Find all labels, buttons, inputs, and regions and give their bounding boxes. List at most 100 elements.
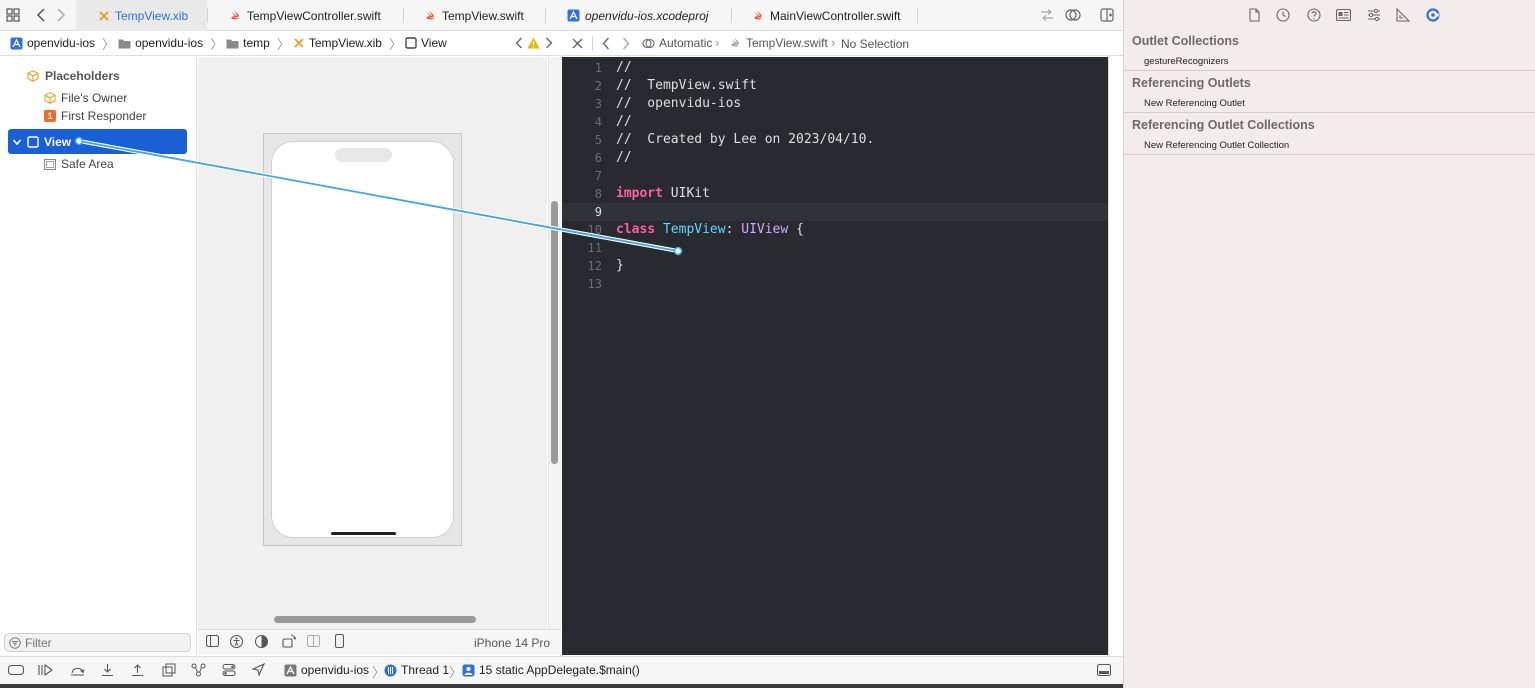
outline-item-safe-area[interactable]: Safe Area [0,155,197,173]
disclosure-open-icon[interactable] [12,137,22,147]
outline-toggle-icon[interactable] [206,635,219,647]
chevron-right-icon: › [715,35,720,50]
file-label: TempView.swift [746,36,828,50]
debug-target[interactable]: openvidu-ios [284,663,369,677]
filter-input[interactable] [25,635,175,650]
line-number: 11 [587,241,602,255]
forward-icon[interactable] [56,8,66,22]
tab-tempview-swift[interactable]: TempView.swift [425,0,524,31]
step-over-icon[interactable] [70,664,85,676]
device-frame[interactable] [263,133,462,546]
scroll-thumb[interactable] [551,201,558,464]
review-changes-icon[interactable] [1065,8,1081,22]
step-into-icon[interactable] [101,663,114,677]
outlet-gesture-recognizers[interactable]: gestureRecognizers [1144,56,1229,67]
tab-xcodeproj[interactable]: openvidu-ios.xcodeproj [567,0,708,31]
code-line[interactable]: 1 // [562,59,1108,77]
file-inspector-icon[interactable] [1249,8,1260,22]
warning-icon[interactable] [527,37,540,49]
line-number: 4 [594,115,602,129]
back-icon[interactable] [36,8,46,22]
editor-scroll-gutter[interactable] [1108,57,1123,655]
environment-overrides-icon[interactable] [222,663,236,677]
code-line[interactable]: 12} [562,257,1108,275]
forward-icon[interactable] [622,37,630,50]
tab-tempview-xib[interactable]: TempView.xib [76,0,207,31]
device-screen[interactable] [271,141,454,538]
breadcrumb-swift-file[interactable]: TempView.swift [730,36,828,50]
breadcrumb-view[interactable]: View [405,36,447,50]
identity-inspector-icon[interactable] [1336,9,1351,21]
code-line[interactable]: 4 // [562,113,1108,131]
outline-placeholders-header[interactable]: Placeholders [0,67,197,85]
interface-builder-canvas[interactable] [198,57,547,629]
related-items-automatic[interactable]: Automatic [642,36,712,50]
right-jump-bar: Automatic › TempView.swift › No Selectio… [562,31,1123,56]
back-icon[interactable] [602,37,610,50]
swap-editor-icon[interactable] [1040,9,1054,21]
tab-tempviewcontroller-swift[interactable]: TempViewController.swift [230,0,381,31]
code-line[interactable]: 7 [562,167,1108,185]
canvas-vertical-scrollbar[interactable] [548,57,561,629]
code-line[interactable]: 8 import UIKit [562,185,1108,203]
grid-icon[interactable] [6,8,20,22]
outline-item-files-owner[interactable]: File's Owner [0,89,197,107]
orientation-icon[interactable] [282,634,296,648]
selection-label[interactable]: No Selection [841,37,909,51]
source-editor[interactable]: 1// 2// TempView.swift 3// openvidu-ios … [562,57,1108,655]
code-line[interactable]: 5 // Created by Lee on 2023/04/10. [562,131,1108,149]
history-inspector-icon[interactable] [1276,8,1290,22]
code-text: // [616,60,632,75]
new-referencing-outlet[interactable]: New Referencing Outlet [1144,98,1245,109]
outline-label: View [44,134,72,149]
line-number: 5 [594,133,602,147]
tab-mainviewcontroller-swift[interactable]: MainViewController.swift [753,0,901,31]
view-icon [27,135,39,148]
breadcrumb-file[interactable]: TempView.xib [293,36,382,50]
code-line[interactable]: 10 class TempView: UIView { [562,221,1108,239]
filter-field[interactable] [4,633,191,652]
code-line[interactable]: 13 [562,275,1108,293]
size-classes-icon[interactable] [307,635,320,647]
connections-inspector-icon[interactable] [1426,8,1440,22]
attributes-inspector-icon[interactable] [1367,8,1381,22]
hide-console-icon[interactable] [1097,664,1111,676]
new-referencing-outlet-collection[interactable]: New Referencing Outlet Collection [1144,140,1289,151]
frame-label: 15 static AppDelegate.$main() [479,663,640,677]
debug-frame[interactable]: 15 static AppDelegate.$main() [462,663,640,677]
outline-item-first-responder[interactable]: 1 First Responder [0,107,197,125]
breadcrumb-project[interactable]: openvidu-ios [10,36,95,50]
appearance-icon[interactable] [255,635,268,648]
continue-icon[interactable] [38,664,54,676]
code-text: // TempView.swift [616,78,757,93]
step-out-icon[interactable] [131,663,144,677]
code-line[interactable]: 3 // openvidu-ios [562,95,1108,113]
view-hierarchy-icon[interactable] [162,663,176,677]
memory-graph-icon[interactable] [191,663,206,677]
breadcrumb-folder[interactable]: temp [226,36,270,50]
home-indicator [331,532,396,535]
location-icon[interactable] [252,663,265,676]
breadcrumb-group[interactable]: openvidu-ios [118,36,203,50]
chevron-left-icon[interactable] [515,37,523,49]
document-outline: Placeholders File's Owner 1 First Respon… [0,57,197,655]
add-editor-icon[interactable] [1100,8,1114,22]
code-line[interactable]: 6 // [562,149,1108,167]
accessibility-icon[interactable] [230,635,243,648]
hide-debug-area-icon[interactable] [8,664,24,676]
device-icon[interactable] [335,634,344,648]
code-line[interactable]: 2 // TempView.swift [562,77,1108,95]
close-icon[interactable] [572,38,583,49]
canvas-bottom-toolbar: iPhone 14 Pro [198,629,561,655]
left-jump-bar: openvidu-ios 〉 openvidu-ios 〉 temp 〉 Tem… [0,31,561,56]
debug-thread[interactable]: Thread 1 [384,663,449,677]
line-number: 8 [594,187,602,201]
size-inspector-icon[interactable] [1396,8,1410,22]
outline-item-view[interactable]: View [8,129,187,154]
chevron-right-icon[interactable] [545,37,553,49]
help-inspector-icon[interactable] [1307,8,1321,22]
horizontal-scrollbar[interactable] [274,616,476,623]
code-line-current[interactable]: 9 [562,203,1108,221]
code-line[interactable]: 11 [562,239,1108,257]
device-selector[interactable]: iPhone 14 Pro [474,636,550,650]
